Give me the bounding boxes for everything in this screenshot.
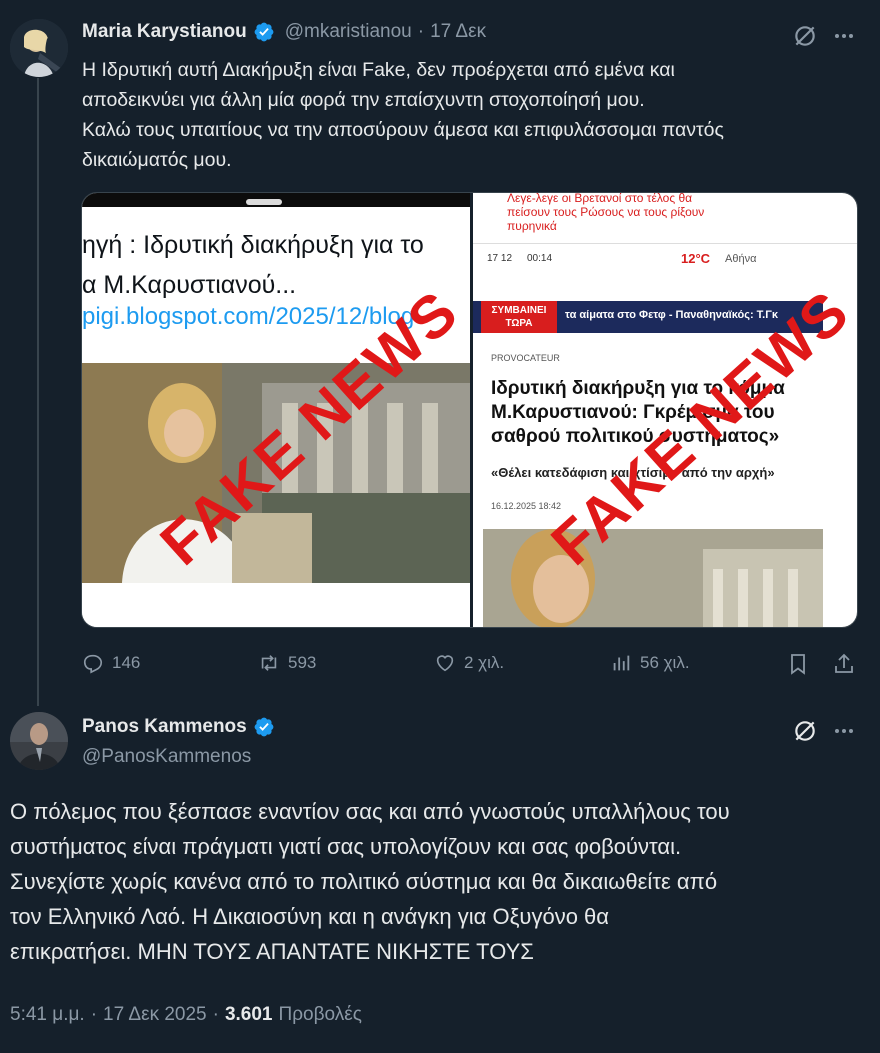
right-breaking-label: ΣΥΜΒΑΙΝΕΙ ΤΩΡΑ: [481, 301, 557, 333]
media-image-right[interactable]: Λεγε-λεγε οι Βρετανοί στο τέλος θα πείσο…: [473, 193, 857, 627]
author-handle[interactable]: @PanosKammenos: [82, 746, 251, 768]
repost-count: 593: [288, 653, 317, 672]
right-date: 17 12: [487, 253, 513, 264]
right-city: Αθήνα: [725, 253, 757, 265]
meta-date[interactable]: 17 Δεκ 2025: [103, 1004, 207, 1026]
tweet-text-line: δικαιώματός μου.: [82, 149, 232, 171]
right-category: PROVOCATEUR: [491, 353, 560, 363]
avatar-maria[interactable]: [10, 19, 68, 77]
author-name[interactable]: Panos Kammenos: [82, 716, 247, 738]
right-top-text-2: πείσουν τους Ρώσους να τους ρίξουν: [507, 205, 705, 219]
right-temp: 12°C: [681, 251, 711, 266]
views-count: 56 χιλ.: [640, 653, 690, 672]
right-ticker: τα αίματα στο Φετφ - Παναθηναϊκός: Τ.Γκ: [565, 309, 778, 321]
bookmark-icon[interactable]: [786, 652, 810, 676]
media-image-left[interactable]: ηγή : Ιδρυτική διακήρυξη για το α Μ.Καρυ…: [82, 193, 470, 627]
meta-time[interactable]: 5:41 μ.μ.: [10, 1004, 85, 1026]
tweet-media[interactable]: ηγή : Ιδρυτική διακήρυξη για το α Μ.Καρυ…: [81, 192, 858, 628]
right-time: 00:14: [527, 253, 553, 264]
reply-count: 146: [112, 653, 141, 672]
repost-button[interactable]: 593: [258, 652, 316, 674]
more-icon[interactable]: [832, 24, 856, 48]
author-name[interactable]: Maria Karystianou: [82, 21, 247, 43]
right-top-text-3: πυρηνικά: [507, 219, 557, 233]
reply-icon: [83, 654, 103, 674]
grok-icon[interactable]: [792, 718, 818, 744]
tweet-text-line: Συνεχίστε χωρίς κανένα από το πολιτικό σ…: [10, 869, 718, 894]
tweet-date[interactable]: 17 Δεκ: [430, 21, 486, 43]
tweet-text: Η Ιδρυτική αυτή Διακήρυξη είναι Fake, δε…: [82, 55, 862, 175]
tweet-text: Ο πόλεμος που ξέσπασε εναντίον σας και α…: [10, 794, 874, 969]
like-button[interactable]: 2 χιλ.: [434, 652, 504, 674]
share-icon[interactable]: [832, 652, 856, 676]
tweet-text-line: επικρατήσει. ΜΗΝ ΤΟΥΣ ΑΠΑΝΤΑΤΕ ΝΙΚΗΣΤΕ Τ…: [10, 939, 534, 964]
meta-dot: ·: [90, 1004, 98, 1025]
right-timestamp: 16.12.2025 18:42: [491, 501, 562, 511]
breaking-label-line: ΤΩΡΑ: [505, 318, 533, 329]
meta-dot: ·: [212, 1004, 219, 1025]
breaking-label-line: ΣΥΜΒΑΙΝΕΙ: [491, 305, 547, 316]
tweet-text-line: Ο πόλεμος που ξέσπασε εναντίον σας και α…: [10, 799, 730, 824]
reply-button[interactable]: 146: [82, 652, 140, 674]
tweet-text-line: συστήματος είναι πράγματι γιατί σας υπολ…: [10, 834, 682, 859]
tweet-text-line: Καλώ τους υπαιτίους να την αποσύρουν άμε…: [82, 119, 724, 141]
views-button[interactable]: 56 χιλ.: [610, 652, 690, 674]
repost-icon: [261, 655, 277, 671]
tweet-text-line: Η Ιδρυτική αυτή Διακήρυξη είναι Fake, δε…: [82, 59, 675, 81]
like-count: 2 χιλ.: [464, 653, 505, 672]
separator-dot: ·: [417, 21, 425, 42]
right-top-text-1: Λεγε-λεγε οι Βρετανοί στο τέλος θα: [507, 193, 693, 205]
tweet-meta: 5:41 μ.μ. · 17 Δεκ 2025 · 3.601 Προβολές: [10, 1004, 362, 1026]
right-photo: [483, 529, 823, 627]
more-icon[interactable]: [832, 719, 856, 743]
like-icon: [436, 655, 454, 672]
tweet-text-line: τον Ελληνικό Λαό. Η Δικαιοσύνη και η ανά…: [10, 904, 609, 929]
views-icon: [613, 655, 630, 671]
left-headline-2: α Μ.Καρυστιανού...: [82, 271, 297, 299]
meta-views-label: Προβολές: [278, 1004, 362, 1025]
verified-icon: [254, 717, 274, 737]
grok-icon[interactable]: [792, 23, 818, 49]
avatar-panos[interactable]: [10, 712, 68, 770]
tweet-text-line: αποδεικνύει για άλλη μία φορά την επαίσχ…: [82, 89, 645, 111]
thread-line: [37, 78, 39, 706]
author-handle[interactable]: @mkaristianou: [285, 21, 412, 43]
left-headline-1: ηγή : Ιδρυτική διακήρυξη για το: [82, 231, 424, 259]
meta-views-count: 3.601: [224, 1004, 273, 1025]
verified-icon: [254, 22, 274, 42]
